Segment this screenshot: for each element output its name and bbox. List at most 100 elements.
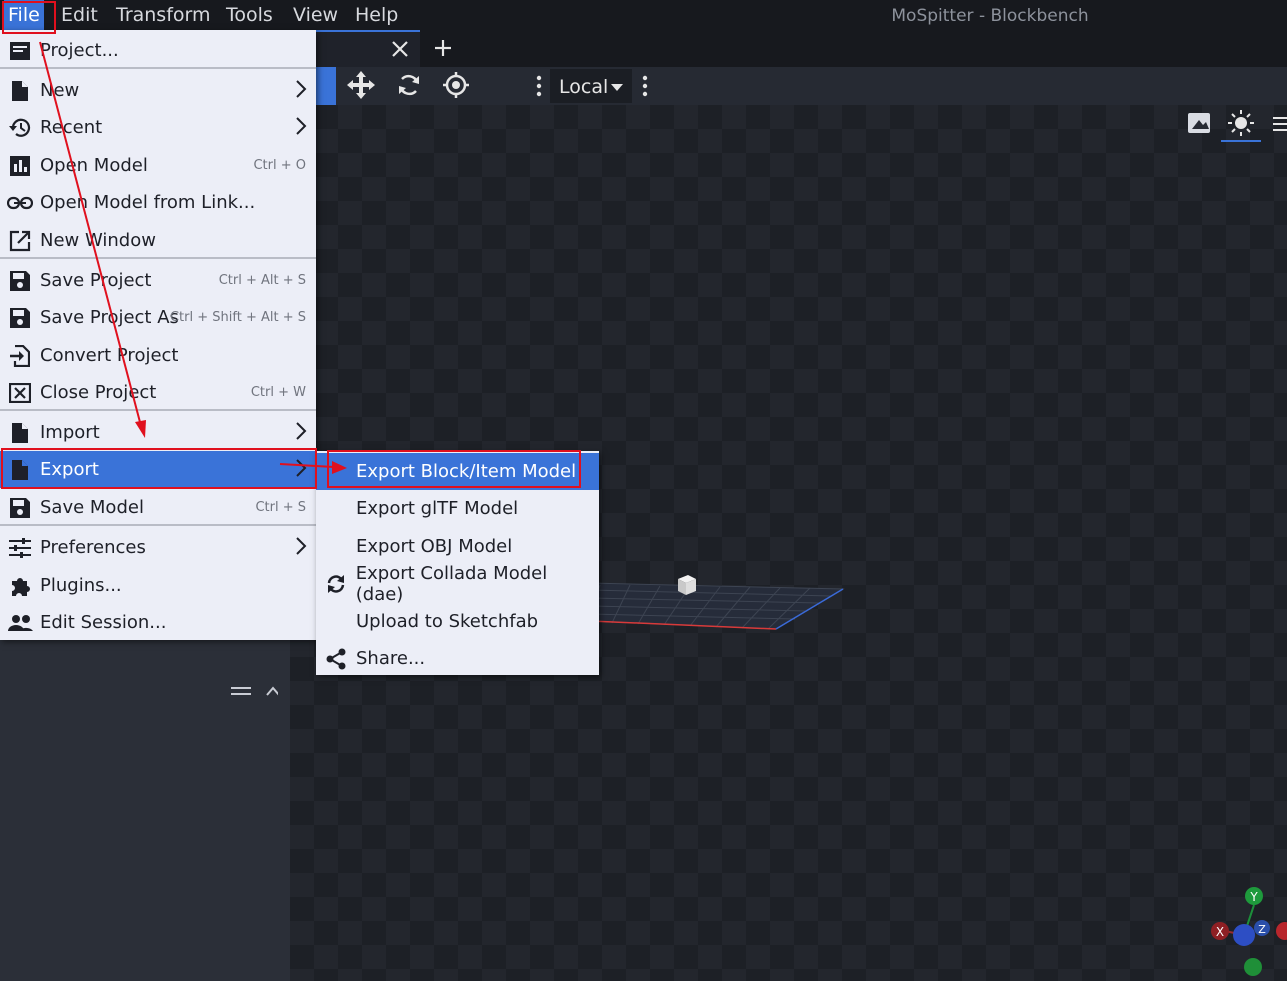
menu-item-label: Export (40, 459, 99, 480)
menu-item-label: Close Project (40, 382, 157, 403)
menu-file[interactable]: File (4, 0, 44, 30)
chevron-right-icon (296, 80, 307, 98)
menu-item-project[interactable]: Project... (0, 32, 316, 69)
gizmo-x-label: X (1216, 925, 1224, 939)
menu-item-edit-session[interactable]: Edit Session... (0, 604, 316, 641)
toolbar-selected-tool (316, 67, 336, 105)
puzzle-icon (12, 577, 30, 596)
menu-item-new[interactable]: New (0, 72, 316, 109)
menu-item-label: Export glTF Model (356, 498, 519, 519)
gizmo-z-label: Z (1258, 923, 1266, 936)
file-icon (12, 422, 28, 443)
transform-space-select[interactable]: Local (550, 69, 632, 103)
menu-item-label: Convert Project (40, 345, 179, 366)
menu-item-share[interactable]: Share... (316, 640, 599, 677)
view-menu-icon[interactable] (1273, 117, 1287, 131)
menu-item-open-model[interactable]: Open Model Ctrl + O (0, 147, 316, 184)
toolbar-more-icon-2[interactable] (641, 74, 649, 98)
menu-item-label: Import (40, 422, 100, 443)
menu-item-label: Share... (356, 648, 426, 669)
close-box-icon (9, 382, 31, 403)
menu-edit[interactable]: Edit (57, 0, 102, 30)
menu-item-label: Save Model (40, 497, 144, 518)
history-icon (9, 118, 31, 137)
window-title: MoSpitter - Blockbench (891, 6, 1089, 26)
menu-item-label: Save Project (40, 270, 152, 291)
menu-item-label: Edit Session... (40, 612, 167, 633)
convert-icon (10, 344, 30, 367)
menu-item-convert-project[interactable]: Convert Project (0, 337, 316, 374)
menu-item-label: Plugins... (40, 575, 122, 596)
cube-model[interactable] (678, 575, 696, 595)
menu-item-label: Save Project As (40, 307, 179, 328)
menu-item-label: Upload to Sketchfab (356, 611, 539, 632)
menu-item-plugins[interactable]: Plugins... (0, 567, 316, 604)
menu-item-recent[interactable]: Recent (0, 109, 316, 146)
people-icon (8, 614, 33, 631)
open-in-new-icon (9, 230, 31, 251)
link-icon (7, 196, 33, 209)
menu-item-save-project-as[interactable]: Save Project As Ctrl + Shift + Alt + S (0, 299, 316, 336)
menu-help[interactable]: Help (351, 0, 402, 30)
menu-separator (0, 524, 316, 526)
menu-item-close-project[interactable]: Close Project Ctrl + W (0, 374, 316, 411)
menu-item-open-from-link[interactable]: Open Model from Link... (0, 184, 316, 221)
main-toolbar: Local (316, 67, 1287, 105)
gizmo-y-label: Y (1249, 890, 1258, 904)
menu-item-label: Open Model from Link... (40, 192, 256, 213)
menu-item-new-window[interactable]: New Window (0, 222, 316, 259)
project-tab[interactable] (316, 30, 420, 67)
menu-item-preferences[interactable]: Preferences (0, 529, 316, 566)
menu-item-label: Open Model (40, 155, 148, 176)
collapse-icon[interactable] (266, 686, 278, 696)
viewport-tools (1188, 110, 1287, 142)
menu-item-save-project[interactable]: Save Project Ctrl + Alt + S (0, 262, 316, 299)
menu-view[interactable]: View (289, 0, 342, 30)
sync-icon (327, 574, 345, 593)
toolbar-more-icon[interactable] (535, 74, 543, 98)
menu-item-export-obj[interactable]: Export OBJ Model (316, 528, 599, 565)
pivot-icon[interactable] (441, 70, 471, 100)
file-icon (12, 80, 28, 101)
menu-item-label: New Window (40, 230, 156, 251)
menu-item-export-gltf[interactable]: Export glTF Model (316, 490, 599, 527)
menu-item-label: Project... (40, 40, 119, 61)
rotate-icon[interactable] (394, 70, 424, 100)
gizmo-neg-y-circle[interactable] (1244, 958, 1262, 976)
menu-item-label: New (40, 80, 80, 101)
menu-item-upload-sketchfab[interactable]: Upload to Sketchfab (316, 603, 599, 640)
menu-bar: File Edit Transform Tools View Help MoSp… (0, 0, 1287, 30)
tab-bar (316, 30, 1287, 67)
menu-item-save-model[interactable]: Save Model Ctrl + S (0, 489, 316, 526)
tune-icon (9, 537, 31, 558)
close-tab-icon[interactable] (390, 39, 410, 59)
lighting-icon[interactable] (1235, 117, 1247, 129)
chevron-right-icon (296, 422, 307, 440)
move-icon[interactable] (346, 70, 376, 100)
save-icon (10, 497, 30, 518)
menu-item-label: Export Collada Model (dae) (355, 562, 548, 605)
drag-handle-icon[interactable] (231, 687, 251, 689)
gizmo-neg-x-circle[interactable] (1276, 922, 1287, 940)
menu-tools[interactable]: Tools (222, 0, 277, 30)
chevron-right-icon (296, 537, 307, 555)
new-tab-icon[interactable] (433, 38, 453, 58)
export-submenu: Export Block/Item Model Export glTF Mode… (316, 451, 599, 675)
menu-item-export-collada[interactable]: Export Collada Model (dae) (316, 562, 599, 605)
axis-gizmo[interactable]: Y X Z (1211, 887, 1287, 976)
menu-item-label: Export OBJ Model (356, 536, 513, 557)
gizmo-neg-z-circle[interactable] (1233, 924, 1255, 946)
project-icon (10, 41, 30, 60)
chart-icon (10, 155, 30, 176)
menu-item-export[interactable]: Export (0, 451, 316, 488)
menu-item-import[interactable]: Import (0, 414, 316, 451)
chevron-right-icon (296, 117, 307, 135)
shortcut-label: Ctrl + Alt + S (218, 273, 306, 288)
share-icon (326, 648, 346, 669)
menu-transform[interactable]: Transform (112, 0, 215, 30)
menu-item-export-block-item-model[interactable]: Export Block/Item Model (316, 453, 599, 490)
save-icon (10, 270, 30, 291)
transform-space-value: Local (559, 76, 609, 98)
file-icon (12, 459, 28, 480)
shortcut-label: Ctrl + W (250, 385, 306, 400)
